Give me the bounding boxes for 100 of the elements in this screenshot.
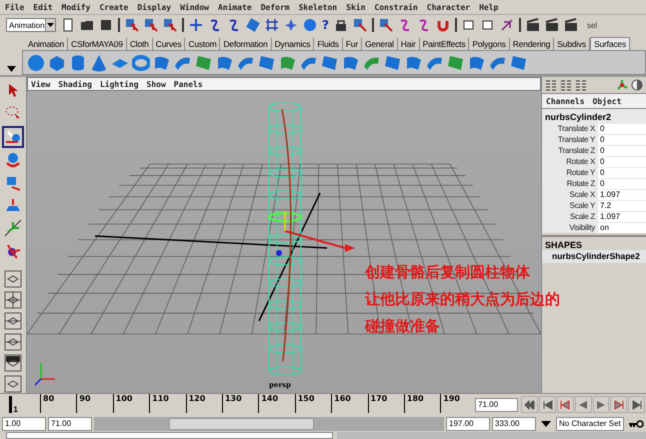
attribute-name[interactable]: Scale Z [542, 212, 598, 221]
character-set-field[interactable]: No Character Set [556, 416, 624, 430]
attribute-name[interactable]: Visibility [542, 223, 598, 232]
move-tool-icon[interactable] [2, 126, 24, 148]
tool-icon[interactable] [208, 18, 222, 32]
end-time-field[interactable]: 333.00 [492, 416, 536, 430]
panel-layout-icon[interactable] [2, 290, 24, 310]
shape-node-name[interactable]: nurbsCylinderShape2 [542, 250, 646, 263]
save-icon[interactable] [99, 18, 113, 32]
attribute-value-field[interactable]: 0 [598, 178, 646, 188]
surface-tool-icon[interactable] [447, 54, 465, 72]
panel-layout-icon[interactable] [2, 374, 24, 393]
menu-item[interactable]: Display [137, 2, 172, 12]
play-backward-icon[interactable] [577, 400, 590, 410]
menu-item[interactable]: Help [479, 2, 498, 12]
list-layout-icon[interactable] [560, 80, 572, 90]
lock-icon[interactable] [334, 18, 348, 32]
attribute-value-field[interactable]: 7.2 [598, 200, 646, 210]
magnet-icon[interactable] [436, 18, 450, 32]
panel-menu-item[interactable]: Lighting [100, 80, 139, 88]
menu-item[interactable]: Window [180, 2, 209, 12]
current-time-field[interactable]: 71.00 [475, 398, 518, 412]
attribute-value-field[interactable]: 0 [598, 134, 646, 144]
play-icon[interactable] [595, 400, 608, 410]
attribute-name[interactable]: Scale Y [542, 201, 598, 210]
cube-icon[interactable] [48, 54, 66, 72]
viewport-layout-thumbnail-icon[interactable] [2, 353, 24, 372]
help-button[interactable]: ? [322, 18, 329, 32]
step-icon[interactable] [542, 400, 554, 410]
panel-menu-item[interactable]: Show [146, 80, 166, 88]
attribute-name[interactable]: Rotate X [542, 157, 598, 166]
attribute-value-field[interactable]: 1.097 [598, 190, 646, 200]
list-layout-icon[interactable] [575, 80, 587, 90]
surface-tool-icon[interactable] [195, 54, 213, 72]
cylinder-icon[interactable] [69, 54, 87, 72]
mode-dropdown[interactable]: Animation [6, 18, 56, 32]
attribute-value-field[interactable]: 0 [598, 168, 646, 178]
command-line-field[interactable] [6, 432, 333, 439]
attribute-name[interactable]: Rotate Z [542, 179, 598, 188]
menu-item[interactable]: Animate [218, 2, 252, 12]
panel-menu-item[interactable]: Shading [58, 80, 92, 88]
panel-layout-icon[interactable] [2, 332, 24, 352]
plus-icon[interactable] [189, 18, 203, 32]
attribute-value-field[interactable]: 1.097 [598, 212, 646, 222]
attribute-name[interactable]: Scale X [542, 190, 598, 199]
menu-item[interactable]: Deform [260, 2, 290, 12]
torus-icon[interactable] [132, 54, 150, 72]
list-layout-icon[interactable] [545, 80, 557, 90]
panel-menu-item[interactable]: View [31, 80, 50, 88]
clapperboard-icon[interactable] [564, 18, 578, 32]
selection-mode-label[interactable]: sel [586, 20, 598, 30]
menu-item[interactable]: Edit [33, 2, 53, 12]
step-icon[interactable] [559, 400, 572, 410]
panel-menu-item[interactable]: Panels [174, 80, 203, 88]
axis-icon[interactable] [616, 79, 628, 91]
clapperboard-icon[interactable] [544, 18, 559, 32]
cone-icon[interactable] [90, 54, 108, 72]
range-slider-track[interactable] [94, 416, 444, 430]
step-icon[interactable] [630, 400, 643, 410]
menu-item[interactable]: File [5, 2, 24, 12]
node-name[interactable]: nurbsCylinder2 [542, 109, 646, 123]
tool-icon[interactable] [500, 18, 514, 32]
menu-item[interactable]: Character [426, 2, 470, 12]
attribute-value-field[interactable]: on [598, 222, 646, 232]
attribute-name[interactable]: Translate Z [542, 146, 598, 155]
document-icon[interactable] [61, 18, 75, 32]
menu-item[interactable]: Modify [62, 2, 90, 12]
tool-icon[interactable] [462, 18, 476, 32]
sphere-icon[interactable] [303, 18, 317, 32]
attribute-name[interactable]: Translate Y [542, 135, 598, 144]
menu-item[interactable]: Create [99, 2, 128, 12]
attribute-name[interactable]: Translate X [542, 124, 598, 133]
menu-item[interactable]: Constrain [374, 2, 418, 12]
sphere-icon[interactable] [27, 54, 45, 72]
rewind-icon[interactable] [524, 400, 536, 410]
attribute-value-field[interactable]: 0 [598, 146, 646, 156]
tool-icon[interactable] [265, 18, 279, 32]
folder-icon[interactable] [80, 18, 94, 32]
surface-tool-icon[interactable] [321, 54, 339, 72]
panel-layout-icon[interactable] [2, 311, 24, 330]
shelf-tab[interactable]: Surfaces [590, 37, 630, 50]
surface-tool-icon[interactable] [510, 54, 528, 72]
attribute-value-field[interactable]: 0 [598, 156, 646, 166]
channel-box-menu-item[interactable]: Object [592, 96, 622, 106]
step-icon[interactable] [612, 400, 625, 410]
surface-tool-icon[interactable] [258, 54, 276, 72]
tool-icon[interactable] [480, 18, 495, 32]
clapperboard-icon[interactable] [526, 18, 540, 32]
playback-start-field[interactable]: 71.00 [48, 416, 92, 430]
menu-item[interactable]: Skin [346, 2, 366, 12]
start-time-field[interactable]: 1.00 [2, 416, 46, 430]
surface-tool-icon[interactable] [384, 54, 402, 72]
shelf-menu-arrow-icon[interactable] [6, 66, 16, 72]
menu-item[interactable]: Skeleton [298, 2, 338, 12]
half-circle-icon[interactable] [631, 79, 643, 91]
range-slider-bar[interactable] [169, 418, 314, 430]
playback-end-field[interactable]: 197.00 [446, 416, 490, 430]
tool-icon[interactable] [227, 18, 241, 32]
panel-layout-icon[interactable] [2, 269, 24, 288]
attribute-value-field[interactable]: 0 [598, 124, 646, 134]
